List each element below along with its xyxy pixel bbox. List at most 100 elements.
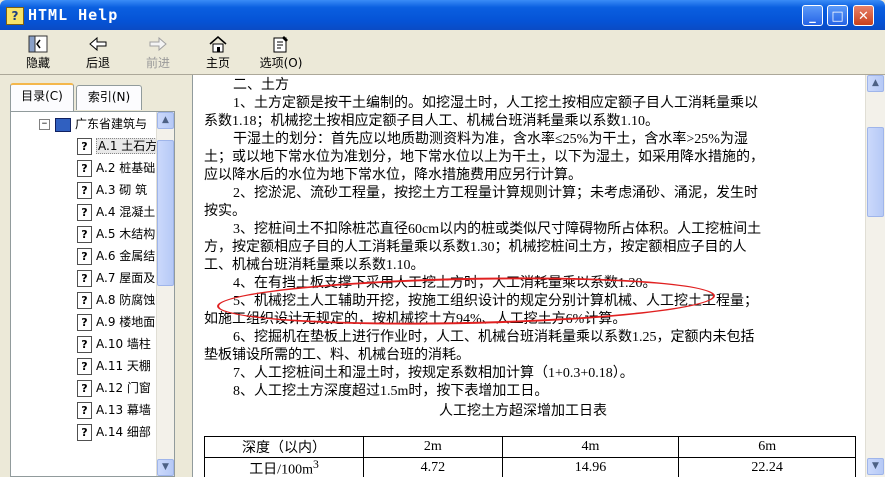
tree-item[interactable]: ? A.8 防腐蚀 — [77, 290, 155, 310]
tree-item-label: 天棚 — [126, 359, 151, 373]
tree-item-label: 木结构 — [119, 227, 156, 241]
tree-item[interactable]: ? A.2 桩基础 — [77, 158, 155, 178]
tree-root-label: 广东省建筑与 — [75, 117, 148, 131]
tree-item-code: A.14 — [96, 425, 124, 439]
tree-item-label: 砌 筑 — [119, 183, 148, 197]
forward-label: 前进 — [145, 56, 170, 70]
tree-item-label: 土石方 — [121, 139, 158, 153]
tree-item-label: 防腐蚀 — [119, 293, 156, 307]
tree-item[interactable]: ? A.14 细部 — [77, 422, 151, 442]
table-header-cell: 4m — [501, 436, 680, 458]
tree-item-code: A.10 — [96, 337, 124, 351]
content-scroll-thumb[interactable] — [867, 127, 884, 217]
help-topic-icon: ? — [77, 314, 92, 331]
table-row: 工日/100m3 4.72 14.96 22.24 — [204, 457, 856, 477]
forward-button[interactable]: 前进 — [138, 34, 178, 71]
paragraph-line: 3、挖桩间土不扣除桩芯直径60cm以内的桩或类似尺寸障碍物所占体积。人工挖桩间土 — [233, 222, 762, 237]
tab-contents[interactable]: 目录(C) — [10, 83, 74, 111]
home-button[interactable]: 主页 — [198, 34, 238, 71]
paragraph-line: 应以降水后的水位为地下常水位，降水措施费用应另行计算。 — [204, 168, 582, 183]
table-header-cell: 深度（以内） — [204, 436, 364, 458]
paragraph-line: 7、人工挖桩间土和湿土时，按规定系数相加计算（1+0.3+0.18）。 — [233, 366, 634, 381]
tree-item[interactable]: ? A.11 天棚 — [77, 356, 151, 376]
title-bar: ? HTML Help _ □ ✕ — [0, 0, 885, 30]
help-topic-icon: ? — [77, 402, 92, 419]
tree-item[interactable]: ? A.12 门窗 — [77, 378, 151, 398]
tree-item-label: 幕墙 — [126, 403, 151, 417]
help-topic-icon: ? — [77, 292, 92, 309]
options-label: 选项(O) — [259, 56, 303, 70]
tree-item-code: A.2 — [96, 161, 116, 175]
tree-item[interactable]: ? A.9 楼地面 — [77, 312, 155, 332]
paragraph-line: 8、人工挖土方深度超过1.5m时，按下表增加工日。 — [233, 384, 549, 399]
maximize-button[interactable]: □ — [827, 5, 848, 26]
topic-content: 二、土方 1、土方定额是按干土编制的。如挖湿土时，人工挖土按相应定额子目人工消耗… — [192, 75, 866, 477]
scroll-down-icon[interactable]: ▼ — [867, 458, 884, 475]
hide-label: 隐藏 — [25, 56, 50, 70]
close-button[interactable]: ✕ — [853, 5, 874, 26]
home-icon — [209, 36, 227, 53]
help-topic-icon: ? — [77, 336, 92, 353]
table-header-cell: 2m — [363, 436, 503, 458]
forward-arrow-icon — [149, 36, 167, 52]
help-topic-icon: ? — [77, 138, 92, 155]
paragraph-line: 2、挖淤泥、流砂工程量，按挖土方工程量计算规则计算；未考虑涌砂、涌泥，发生时 — [233, 186, 758, 201]
toolbar: 隐藏 后退 前进 主页 选项(O) — [0, 30, 885, 75]
tree-item-code: A.12 — [96, 381, 124, 395]
paragraph-line: 垫板铺设所需的工、料、机械台班的消耗。 — [204, 348, 470, 363]
tree-item[interactable]: ? A.1 土石方 — [77, 136, 160, 156]
scroll-down-icon[interactable]: ▼ — [157, 459, 174, 476]
hide-button[interactable]: 隐藏 — [18, 34, 58, 71]
tree-item-code: A.7 — [96, 271, 116, 285]
tree-item[interactable]: ? A.5 木结构 — [77, 224, 155, 244]
help-topic-icon: ? — [77, 182, 92, 199]
tree-item[interactable]: ? A.6 金属结 — [77, 246, 155, 266]
tree-item-code: A.13 — [96, 403, 124, 417]
help-topic-icon: ? — [77, 248, 92, 265]
tree-root[interactable]: − 广东省建筑与 — [39, 114, 147, 134]
options-button[interactable]: 选项(O) — [253, 34, 309, 71]
tree-item-code: A.11 — [96, 359, 124, 373]
tree-item-code: A.6 — [96, 249, 116, 263]
tree-scroll-thumb[interactable] — [157, 140, 174, 286]
help-topic-icon: ? — [77, 358, 92, 375]
tree-item[interactable]: ? A.7 屋面及 — [77, 268, 155, 288]
help-topic-icon: ? — [77, 204, 92, 221]
back-arrow-icon — [89, 36, 107, 52]
content-scrollbar[interactable]: ▲ ▼ — [865, 75, 885, 477]
row-label-text: 工日/100m — [249, 462, 313, 477]
table-header-row: 深度（以内） 2m 4m 6m — [204, 436, 856, 458]
tree-item-code: A.3 — [96, 183, 116, 197]
tree-item[interactable]: ? A.3 砌 筑 — [77, 180, 147, 200]
tree-item[interactable]: ? A.10 墙柱 — [77, 334, 151, 354]
options-icon — [273, 36, 288, 53]
help-book-icon: ? — [6, 7, 24, 25]
help-topic-icon: ? — [77, 380, 92, 397]
collapse-icon[interactable]: − — [39, 119, 50, 130]
paragraph-line: 方，按定额相应子目的人工消耗量乘以系数1.30；机械挖桩间土方，按定额相应子目的… — [204, 240, 747, 255]
tree-item-label: 混凝土 — [119, 205, 156, 219]
back-button[interactable]: 后退 — [78, 34, 118, 71]
tree-item[interactable]: ? A.13 幕墙 — [77, 400, 151, 420]
paragraph-line: 6、挖掘机在垫板上进行作业时，人工、机械台班消耗量乘以系数1.25，定额内未包括 — [233, 330, 755, 345]
scroll-up-icon[interactable]: ▲ — [867, 75, 884, 92]
tab-index[interactable]: 索引(N) — [76, 85, 142, 110]
tree-item-label: 屋面及 — [119, 271, 156, 285]
tree-item-code: A.5 — [96, 227, 116, 241]
tree-item-code: A.4 — [96, 205, 116, 219]
minimize-button[interactable]: _ — [802, 5, 823, 26]
home-label: 主页 — [205, 56, 230, 70]
tree-scrollbar[interactable]: ▲ ▼ — [156, 112, 174, 476]
tree-item[interactable]: ? A.4 混凝土 — [77, 202, 155, 222]
tree-item-code: A.8 — [96, 293, 116, 307]
table-header-cell: 6m — [678, 436, 856, 458]
tree-item-label: 楼地面 — [119, 315, 156, 329]
paragraph-line: 土；或以地下常水位为准划分，地下常水位以上为干土，以下为湿土，如采用降水措施的， — [204, 150, 764, 165]
tree-item-label: 墙柱 — [126, 337, 151, 351]
open-book-icon — [55, 117, 71, 132]
scroll-up-icon[interactable]: ▲ — [157, 112, 174, 129]
paragraph-line: 系数1.18；机械挖土按相应定额子目人工、机械台班消耗量乘以系数1.10。 — [204, 114, 659, 129]
help-topic-icon: ? — [77, 160, 92, 177]
tree-item-code: A.9 — [96, 315, 116, 329]
table-row-label: 工日/100m3 — [204, 457, 364, 477]
